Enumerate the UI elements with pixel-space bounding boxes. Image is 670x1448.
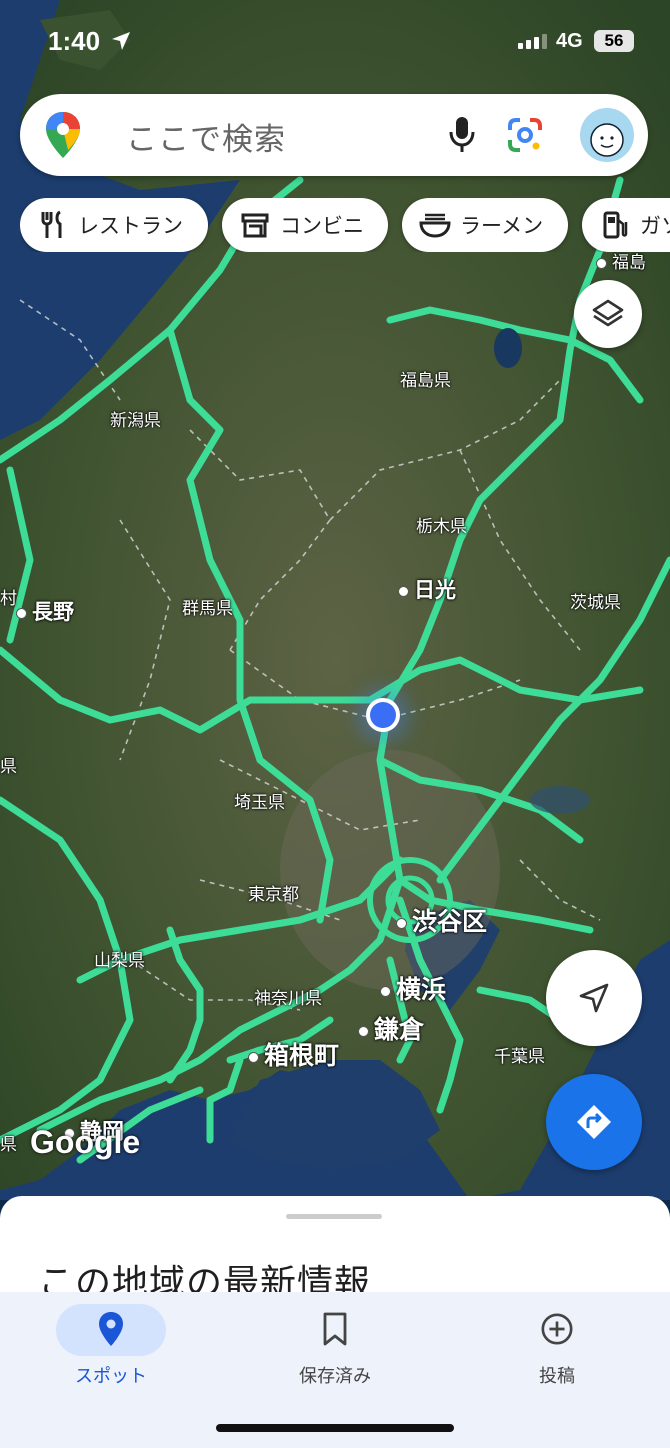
directions-icon [577, 1105, 611, 1139]
chip-label: レストラン [78, 214, 183, 238]
chip-ramen[interactable]: ラーメン [402, 198, 568, 252]
fork-knife-icon [36, 208, 70, 242]
chip-restaurant[interactable]: レストラン [20, 198, 208, 252]
map-label-mura: 村 [0, 589, 17, 609]
map-label-yokohama: 横浜 [380, 970, 446, 1006]
store-icon [238, 208, 272, 242]
nav-item-spot[interactable]: スポット [36, 1298, 186, 1398]
map-label-shibuya: 渋谷区 [396, 902, 487, 938]
search-bar[interactable]: ここで検索 [20, 94, 648, 176]
map-label-saitama: 埼玉県 [234, 793, 285, 813]
map-label-kamakura: 鎌倉 [358, 1010, 424, 1046]
nav-label: 保存済み [299, 1366, 371, 1387]
map-label-fukushima-pref: 福島県 [400, 371, 451, 391]
map-label-yamanashi: 山梨県 [94, 951, 145, 971]
home-indicator[interactable] [216, 1424, 454, 1432]
map-label-hakone: 箱根町 [248, 1036, 339, 1072]
microphone-icon[interactable] [448, 116, 476, 154]
nav-item-saved[interactable]: 保存済み [260, 1298, 410, 1398]
nav-item-contribute[interactable]: 投稿 [482, 1298, 632, 1398]
sheet-drag-handle[interactable] [286, 1214, 382, 1219]
status-bar: 1:40 4G 56 [0, 0, 670, 84]
map-label-nagano: 長野 [16, 596, 74, 626]
chip-label: ガソ [640, 214, 670, 238]
add-circle-icon [540, 1310, 574, 1348]
google-attribution: Google [30, 1124, 141, 1160]
google-lens-icon[interactable] [506, 116, 544, 154]
map-label-nikko: 日光 [398, 574, 456, 604]
directions-button[interactable] [546, 1074, 642, 1170]
layers-button[interactable] [574, 280, 642, 348]
chip-convenience-store[interactable]: コンビニ [222, 198, 388, 252]
status-time: 1:40 [48, 26, 101, 56]
avatar-face-icon [590, 123, 624, 157]
google-maps-pin-icon [46, 112, 80, 158]
map-label-niigata: 新潟県 [110, 411, 161, 431]
category-chips: レストラン コンビニ ラーメン ガソ [20, 198, 670, 252]
map-label-ibaraki: 茨城県 [570, 593, 621, 613]
map-label-tochigi: 栃木県 [416, 517, 467, 537]
map-label-chiba: 千葉県 [494, 1047, 545, 1067]
bookmark-icon [318, 1310, 352, 1348]
nav-label: 投稿 [539, 1366, 575, 1387]
chip-label: ラーメン [460, 214, 544, 238]
map-label-edge: 県 [0, 757, 17, 777]
ramen-bowl-icon [418, 208, 452, 242]
map-label-tokyo: 東京都 [248, 885, 299, 905]
chip-gas-station[interactable]: ガソ [582, 198, 670, 252]
map-label-gunma: 群馬県 [182, 599, 233, 619]
battery-level: 56 [594, 30, 634, 52]
gas-pump-icon [598, 208, 632, 242]
my-location-button[interactable] [546, 950, 642, 1046]
my-location-dot [366, 698, 400, 732]
nav-label: スポット [75, 1366, 147, 1387]
cell-signal-icon [518, 34, 547, 49]
map-label-edge-bottom: 県 [0, 1135, 17, 1155]
chip-label: コンビニ [280, 214, 364, 238]
location-arrow-icon [112, 32, 130, 50]
location-pin-icon [94, 1310, 128, 1348]
network-type: 4G [556, 30, 583, 52]
search-input[interactable]: ここで検索 [126, 114, 286, 159]
navigation-arrow-icon [579, 983, 609, 1013]
map-label-kanagawa: 神奈川県 [254, 989, 322, 1009]
account-avatar[interactable] [580, 108, 634, 162]
layers-icon [592, 299, 624, 327]
